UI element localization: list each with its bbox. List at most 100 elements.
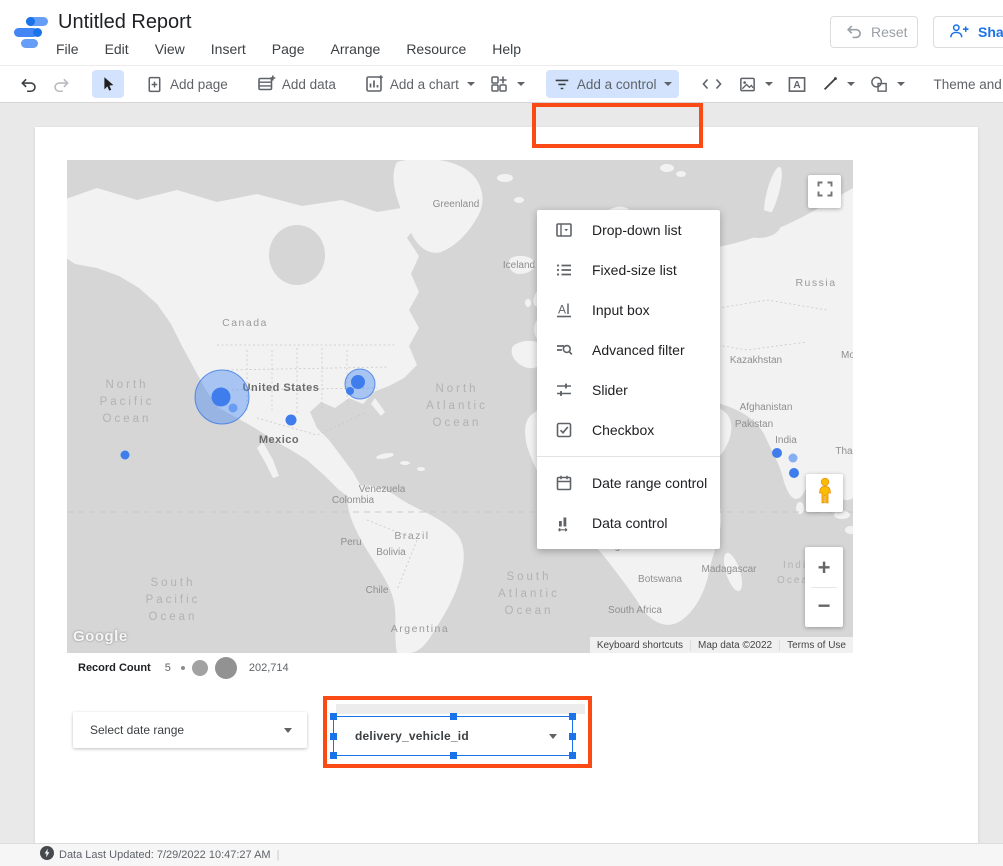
date-range-icon <box>554 473 574 493</box>
map-bubble[interactable] <box>346 387 354 395</box>
map-label: Colombia <box>332 495 375 506</box>
menu-item-input-box[interactable]: AInput box <box>537 290 720 330</box>
undo-button[interactable] <box>12 70 45 99</box>
add-chart-button[interactable]: Add a chart <box>357 69 482 99</box>
menu-item-slider[interactable]: Slider <box>537 370 720 410</box>
menu-item-label: Date range control <box>592 475 707 491</box>
menu-arrange[interactable]: Arrange <box>331 41 381 57</box>
selection-handle[interactable] <box>569 713 576 720</box>
dropdown-list-icon <box>554 220 574 240</box>
attribution-map-data-2022[interactable]: Map data ©2022 <box>690 640 779 651</box>
embed-url-button[interactable] <box>693 70 731 98</box>
map-bubble[interactable] <box>351 375 365 389</box>
map-label: Pacific <box>100 396 155 408</box>
legend-title: Record Count <box>78 662 151 674</box>
map-label: India <box>775 435 797 446</box>
theme-and-layout-button[interactable]: Theme and layout <box>926 72 1003 97</box>
svg-text:A: A <box>558 303 566 317</box>
workspace: NorthPacificOceanNorthAtlanticOceanSouth… <box>0 103 1003 843</box>
menu-item-fixed-size-list[interactable]: Fixed-size list <box>537 250 720 290</box>
zoom-out-button[interactable]: − <box>805 589 843 623</box>
fullscreen-icon <box>815 179 835 204</box>
zoom-in-button[interactable]: + <box>805 551 843 585</box>
report-canvas[interactable]: NorthPacificOceanNorthAtlanticOceanSouth… <box>35 127 978 843</box>
advanced-filter-icon <box>554 340 574 360</box>
checkbox-icon <box>554 420 574 440</box>
share-button[interactable]: Share <box>933 16 1003 48</box>
menu-item-data-control[interactable]: Data control <box>537 503 720 543</box>
reset-button[interactable]: Reset <box>830 16 918 48</box>
menu-page[interactable]: Page <box>272 41 305 57</box>
insert-textbox-button[interactable]: A <box>780 70 814 99</box>
share-label: Share <box>978 24 1003 40</box>
add-page-button[interactable]: Add page <box>138 70 235 99</box>
chevron-down-icon <box>284 728 292 733</box>
world-map: NorthPacificOceanNorthAtlanticOceanSouth… <box>67 160 853 653</box>
pegman-streetview-control[interactable] <box>806 474 843 512</box>
selection-handle[interactable] <box>569 733 576 740</box>
selection-handle[interactable] <box>450 713 457 720</box>
undo-icon <box>19 75 38 94</box>
menu-resource[interactable]: Resource <box>406 41 466 57</box>
map-label: Chile <box>366 585 389 596</box>
map-zoom-control: + − <box>805 547 843 627</box>
map-label: Russia <box>795 277 836 289</box>
selection-handle[interactable] <box>330 713 337 720</box>
redo-button[interactable] <box>45 70 78 99</box>
insert-image-button[interactable] <box>731 70 780 99</box>
menu-insert[interactable]: Insert <box>211 41 246 57</box>
insert-shape-button[interactable] <box>862 70 912 99</box>
date-range-control[interactable]: Select date range <box>73 712 307 748</box>
undo-reset-icon <box>845 22 863 43</box>
dropdown-list-control-selected[interactable]: delivery_vehicle_id <box>333 716 573 756</box>
theme-label: Theme and layout <box>933 77 1003 92</box>
selection-handle[interactable] <box>569 752 576 759</box>
map-label: Venezuela <box>359 484 406 495</box>
app-header: Untitled Report File Edit View Insert Page Ar… <box>0 0 1003 66</box>
menu-item-checkbox[interactable]: Checkbox <box>537 410 720 450</box>
textbox-icon: A <box>787 75 807 94</box>
map-fullscreen-button[interactable] <box>808 175 841 208</box>
map-label: South <box>506 571 551 583</box>
attribution-terms-of-use[interactable]: Terms of Use <box>779 640 853 651</box>
menu-item-advanced-filter[interactable]: Advanced filter <box>537 330 720 370</box>
map-bubble[interactable] <box>121 451 130 460</box>
map-bubble[interactable] <box>789 468 799 478</box>
data-studio-logo-icon[interactable] <box>14 15 48 49</box>
menu-item-drop-down-list[interactable]: Drop-down list <box>537 210 720 250</box>
attribution-keyboard-shortcuts[interactable]: Keyboard shortcuts <box>590 640 690 651</box>
community-visualizations-button[interactable] <box>482 69 532 99</box>
map-bubble[interactable] <box>772 448 782 458</box>
add-control-menu: Drop-down list Fixed-size list AInput boxA… <box>537 210 720 549</box>
map-bubble[interactable] <box>286 415 297 426</box>
select-cursor-button[interactable] <box>92 70 124 98</box>
menu-edit[interactable]: Edit <box>105 41 129 57</box>
report-title[interactable]: Untitled Report <box>58 11 191 34</box>
zoom-divider <box>811 587 837 588</box>
menu-help[interactable]: Help <box>492 41 521 57</box>
insert-line-button[interactable] <box>814 70 862 98</box>
bubble-map-chart[interactable]: NorthPacificOceanNorthAtlanticOceanSouth… <box>67 160 853 653</box>
add-control-button[interactable]: Add a control <box>546 70 680 98</box>
add-data-button[interactable]: Add data <box>249 69 343 99</box>
add-data-label: Add data <box>282 77 336 92</box>
menu-view[interactable]: View <box>155 41 185 57</box>
menu-item-date-range-control[interactable]: Date range control <box>537 463 720 503</box>
menu-file[interactable]: File <box>56 41 79 57</box>
map-label: Ocean <box>433 417 482 429</box>
selection-handle[interactable] <box>330 752 337 759</box>
menu-item-label: Fixed-size list <box>592 262 677 278</box>
looker-studio-editor: Untitled Report File Edit View Insert Page Ar… <box>0 0 1003 866</box>
map-label: Brazil <box>394 530 429 542</box>
selection-handle[interactable] <box>450 752 457 759</box>
map-bubble[interactable] <box>789 454 798 463</box>
svg-text:A: A <box>794 80 801 91</box>
legend-bubble-medium <box>192 660 208 676</box>
map-label: Madagascar <box>701 564 757 575</box>
map-bubble[interactable] <box>212 388 231 407</box>
legend-max-value: 202,714 <box>249 662 289 674</box>
selection-handle[interactable] <box>330 733 337 740</box>
status-bar: Data Last Updated: 7/29/2022 10:47:27 AM… <box>0 843 1003 866</box>
menu-item-label: Checkbox <box>592 422 654 438</box>
map-bubble[interactable] <box>229 404 238 413</box>
